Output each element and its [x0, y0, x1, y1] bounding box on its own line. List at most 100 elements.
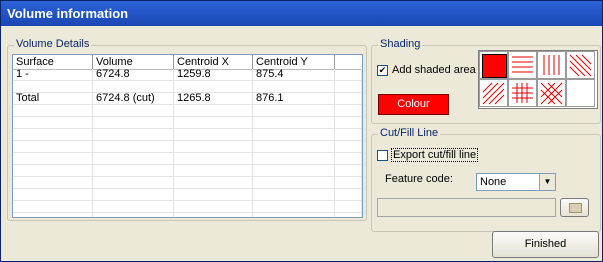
table-row[interactable] [13, 81, 362, 93]
table-cell [93, 213, 174, 217]
volume-details-legend: Volume Details [14, 38, 92, 50]
chevron-down-icon[interactable]: ▼ [539, 174, 555, 190]
cut-fill-path-field[interactable] [377, 198, 556, 217]
table-row-empty[interactable] [13, 177, 362, 189]
pattern-solid[interactable] [479, 51, 508, 79]
cut-fill-group: Cut/Fill Line Export cut/fill line Featu… [371, 127, 601, 232]
table-cell [174, 129, 253, 140]
cut-fill-legend: Cut/Fill Line [378, 127, 441, 139]
vertical-lines-icon [543, 55, 560, 75]
table-row[interactable]: Total 6724.8 (cut) 1265.8 876.1 [13, 93, 362, 105]
table-cell [93, 141, 174, 152]
table-cell [93, 201, 174, 212]
table-cell [174, 165, 253, 176]
table-cell [253, 129, 335, 140]
table-cell: 6724.8 [93, 69, 174, 80]
pattern-palette [478, 50, 598, 109]
table-cell [335, 201, 362, 212]
column-header-volume[interactable]: Volume [93, 55, 174, 69]
feature-code-dropdown[interactable]: None ▼ [476, 173, 556, 191]
table-cell [13, 165, 93, 176]
title-bar[interactable]: Volume information [1, 1, 602, 26]
table-cell [93, 165, 174, 176]
colour-button[interactable]: Colour [378, 94, 449, 115]
table-cell [335, 141, 362, 152]
table-cell [335, 213, 362, 217]
diagonal-back-lines-icon [569, 54, 592, 77]
table-header: Surface Volume Centroid X Centroid Y [13, 55, 362, 70]
table-row-empty[interactable] [13, 153, 362, 165]
table-cell [13, 129, 93, 140]
table-row-empty[interactable] [13, 105, 362, 117]
pattern-vertical[interactable] [537, 51, 566, 79]
folder-icon [569, 203, 582, 213]
table-cell: 875.4 [253, 69, 335, 80]
volume-details-group: Volume Details Surface Volume Centroid X… [7, 38, 367, 221]
column-header-surface[interactable]: Surface [13, 55, 93, 69]
browse-button[interactable] [560, 198, 589, 217]
table-cell [13, 201, 93, 212]
pattern-none[interactable] [566, 79, 595, 107]
table-row-empty[interactable] [13, 201, 362, 213]
table-cell [253, 189, 335, 200]
table-cell: 6724.8 (cut) [93, 93, 174, 104]
table-cell [93, 129, 174, 140]
grid-lines-icon [512, 83, 533, 103]
table-row-empty[interactable] [13, 129, 362, 141]
table-cell: 1259.8 [174, 69, 253, 80]
table-cell [253, 213, 335, 217]
table-cell [174, 117, 253, 128]
table-cell [13, 81, 93, 92]
table-cell [253, 141, 335, 152]
add-shaded-area-checkbox[interactable]: ✔ [377, 65, 388, 76]
window-title: Volume information [7, 6, 129, 21]
export-cut-fill-checkbox[interactable] [377, 150, 388, 161]
table-row-empty[interactable] [13, 117, 362, 129]
export-cut-fill-label[interactable]: Export cut/fill line [391, 148, 479, 162]
table-cell [174, 213, 253, 217]
table-cell [174, 153, 253, 164]
pattern-cross[interactable] [508, 79, 537, 107]
column-header-centroid-y[interactable]: Centroid Y [253, 55, 335, 69]
table-cell [335, 177, 362, 188]
table-row-empty[interactable] [13, 141, 362, 153]
finished-button-label: Finished [524, 238, 567, 250]
pattern-diagonal-back[interactable] [566, 51, 595, 79]
table-cell [253, 81, 335, 92]
table-cell [335, 69, 362, 80]
table-cell [335, 153, 362, 164]
diagonal-cross-icon [540, 82, 563, 105]
table-cell: 876.1 [253, 93, 335, 104]
column-header-spacer [335, 55, 362, 69]
table-cell [174, 141, 253, 152]
table-cell [13, 153, 93, 164]
table-cell [13, 213, 93, 217]
table-cell [335, 165, 362, 176]
table-cell [93, 189, 174, 200]
table-cell [13, 189, 93, 200]
volume-table[interactable]: Surface Volume Centroid X Centroid Y 1 -… [12, 54, 363, 218]
table-cell [335, 93, 362, 104]
table-cell [174, 177, 253, 188]
table-row-empty[interactable] [13, 213, 362, 217]
table-cell [253, 117, 335, 128]
table-cell [93, 177, 174, 188]
table-cell [253, 153, 335, 164]
add-shaded-area-label[interactable]: Add shaded area [392, 64, 476, 76]
table-row-empty[interactable] [13, 165, 362, 177]
table-cell [335, 189, 362, 200]
table-cell [93, 105, 174, 116]
finished-button[interactable]: Finished [492, 231, 599, 258]
colour-button-label: Colour [397, 98, 430, 110]
table-cell [335, 81, 362, 92]
feature-code-value: None [480, 176, 507, 188]
shading-group: Shading ✔ Add shaded area Colour [371, 38, 601, 124]
pattern-diagonal-cross[interactable] [537, 79, 566, 107]
pattern-horizontal[interactable] [508, 51, 537, 79]
table-cell [335, 117, 362, 128]
pattern-diagonal-forward[interactable] [479, 79, 508, 107]
column-header-centroid-x[interactable]: Centroid X [174, 55, 253, 69]
table-row-empty[interactable] [13, 189, 362, 201]
table-cell [13, 117, 93, 128]
table-row[interactable]: 1 -6724.8 1259.8 875.4 [13, 69, 362, 81]
